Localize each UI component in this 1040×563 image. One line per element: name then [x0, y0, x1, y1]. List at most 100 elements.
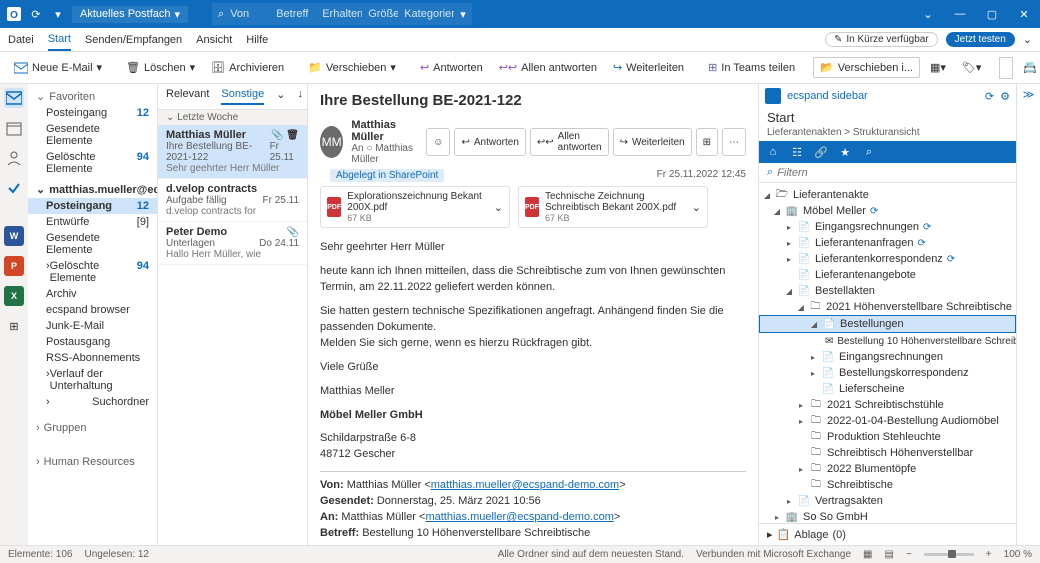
ribbon-options-icon[interactable]: ⌄ — [1023, 33, 1032, 46]
sb-home-icon[interactable]: ⌂ — [765, 144, 781, 160]
tree-bestellakten[interactable]: ◢📄Bestellakten — [759, 283, 1016, 299]
tree-eingangs[interactable]: ▸📄Eingangsrechnungen ⟳ — [759, 219, 1016, 235]
rail-people-icon[interactable] — [4, 148, 24, 168]
refresh-icon[interactable]: ⟳ — [870, 206, 878, 217]
search-dropdown-icon[interactable]: ▾ — [460, 8, 466, 21]
tree-2021-schreib[interactable]: ◢🗀2021 Höhenverstellbare Schreibtische — [759, 299, 1016, 315]
rail-calendar-icon[interactable] — [4, 118, 24, 138]
delete-button[interactable]: 🗑Löschen ▾ — [120, 58, 201, 77]
title-search[interactable]: ⌕ ▾ — [212, 3, 472, 25]
tree-vertrag[interactable]: ▸📄Vertragsakten — [759, 493, 1016, 509]
rules-button[interactable]: ▦▾ — [924, 58, 952, 77]
tree-stehleuchte[interactable]: 🗀Produktion Stehleuchte — [759, 429, 1016, 445]
sb-star-icon[interactable]: ★ — [837, 144, 853, 160]
tree-ls[interactable]: 📄Lieferscheine — [759, 381, 1016, 397]
address-book-button[interactable]: 📇 — [1017, 58, 1040, 77]
favorites-header[interactable]: ⌄Favoriten — [28, 84, 157, 105]
view-normal-icon[interactable]: ▦ — [863, 549, 872, 560]
search-groesse[interactable] — [368, 8, 398, 20]
attachment-1[interactable]: PDFTechnische Zeichnung Schreibtisch Bek… — [518, 186, 708, 228]
menu-senden[interactable]: Senden/Empfangen — [85, 30, 182, 50]
tree-er2[interactable]: ▸📄Eingangsrechnungen — [759, 349, 1016, 365]
tree-angebote[interactable]: 📄Lieferantenangebote — [759, 267, 1016, 283]
folder-search[interactable]: › Suchordner — [28, 394, 157, 410]
hr-header[interactable]: ›Human Resources — [28, 450, 157, 470]
rail-excel-icon[interactable]: X — [4, 286, 24, 306]
tree-audio[interactable]: ▸🗀2022-01-04-Bestellung Audiomöbel — [759, 413, 1016, 429]
ablage-bar[interactable]: ▸ 📋 Ablage (0) — [759, 523, 1016, 545]
tree-soso[interactable]: ▸🏢So So GmbH — [759, 509, 1016, 523]
window-close[interactable]: ✕ — [1008, 0, 1040, 28]
list-sort-icon[interactable]: ⌄ — [276, 88, 285, 105]
to-email-link[interactable]: matthias.mueller@ecspand-demo.com — [425, 511, 613, 523]
tab-relevant[interactable]: Relevant — [166, 88, 209, 105]
menu-ansicht[interactable]: Ansicht — [196, 30, 232, 50]
ribbon-collapse-icon[interactable]: ⌄ — [912, 0, 944, 28]
tree-supplier[interactable]: ◢🏢Möbel Meller ⟳ — [759, 203, 1016, 219]
folder-fav-inbox[interactable]: Posteingang12 — [28, 105, 157, 121]
mailbox-selector[interactable]: Aktuelles Postfach▾ — [72, 6, 188, 23]
view-reading-icon[interactable]: ▤ — [885, 549, 894, 560]
window-maximize[interactable]: ▢ — [976, 0, 1008, 28]
folder-fav-sent[interactable]: Gesendete Elemente — [28, 121, 157, 149]
qat-sync-icon[interactable]: ⟳ — [28, 6, 44, 22]
qat-dropdown-icon[interactable]: ▾ — [50, 6, 66, 22]
folder-fav-deleted[interactable]: Gelöschte Elemente94 — [28, 149, 157, 177]
action-reply[interactable]: ↩ Antworten — [454, 128, 525, 156]
collapse-icon[interactable]: ≫ — [1023, 88, 1035, 101]
folder-drafts[interactable]: Entwürfe[9] — [28, 214, 157, 230]
action-forward[interactable]: ↪ Weiterleiten — [613, 128, 692, 156]
filter-input[interactable] — [777, 167, 1008, 179]
emoji-button[interactable]: ☺ — [426, 128, 450, 156]
zoom-out[interactable]: − — [906, 549, 912, 560]
tree-schreib[interactable]: 🗀Schreibtische — [759, 477, 1016, 493]
tab-sonstige[interactable]: Sonstige — [221, 88, 264, 105]
rail-more-icon[interactable]: ⊞ — [4, 316, 24, 336]
tree-root[interactable]: ◢🗁Lieferantenakte — [759, 187, 1016, 203]
search-betreff[interactable] — [276, 8, 316, 20]
folder-deleted[interactable]: › Gelöschte Elemente94 — [28, 258, 157, 286]
tree-anfragen[interactable]: ▸📄Lieferantenanfragen ⟳ — [759, 235, 1016, 251]
action-more[interactable]: ⋯ — [722, 128, 746, 156]
window-minimize[interactable]: — — [944, 0, 976, 28]
sidebar-breadcrumb[interactable]: Lieferantenakten > Strukturansicht — [759, 127, 1016, 141]
sb-tree-icon[interactable]: ☷ — [789, 144, 805, 160]
tree-blumen[interactable]: ▸🗀2022 Blumentöpfe — [759, 461, 1016, 477]
attachment-0[interactable]: PDFExplorationszeichnung Bekant 200X.pdf… — [320, 186, 510, 228]
search-kategorien[interactable] — [404, 8, 454, 20]
list-filter-icon[interactable]: ↓ — [297, 88, 303, 105]
search-erhalten[interactable] — [322, 8, 362, 20]
sidebar-filter[interactable]: ⌕ — [759, 163, 1016, 183]
rail-mail-icon[interactable] — [4, 88, 24, 108]
folder-archiv[interactable]: Archiv — [28, 286, 157, 302]
message-item-1[interactable]: d.velop contracts Aufgabe fälligFr 25.11… — [158, 179, 307, 222]
reply-all-button[interactable]: ↩↩Allen antworten — [493, 58, 603, 77]
archive-button[interactable]: 🗄Archivieren — [205, 58, 290, 77]
message-item-2[interactable]: Peter Demo📎 UnterlagenDo 24.11 Hallo Her… — [158, 222, 307, 265]
account-header[interactable]: ⌄matthias.mueller@ecspand-d... — [28, 177, 157, 198]
folder-inbox[interactable]: Posteingang12 — [28, 198, 157, 214]
sb-link-icon[interactable]: 🔗 — [813, 144, 829, 160]
groups-header[interactable]: ›Gruppen — [28, 416, 157, 436]
folder-outbox[interactable]: Postausgang — [28, 334, 157, 350]
tree-korresp[interactable]: ▸📄Lieferantenkorrespondenz ⟳ — [759, 251, 1016, 267]
try-now-button[interactable]: Jetzt testen — [946, 32, 1015, 47]
move-button[interactable]: 📁Verschieben ▾ — [302, 58, 402, 77]
action-teams[interactable]: ⊞ — [696, 128, 718, 156]
search-von[interactable] — [230, 8, 270, 20]
sidebar-refresh-icon[interactable]: ⟳ — [985, 90, 994, 103]
menu-datei[interactable]: Datei — [8, 30, 34, 50]
zoom-in[interactable]: + — [986, 549, 992, 560]
tree-bestellungen[interactable]: ◢📄Bestellungen — [759, 315, 1016, 333]
action-reply-all[interactable]: ↩↩ Allen antworten — [530, 128, 609, 156]
tree-bk[interactable]: ▸📄Bestellungskorrespondenz — [759, 365, 1016, 381]
forward-button[interactable]: ↪Weiterleiten — [607, 58, 690, 77]
rail-word-icon[interactable]: W — [4, 226, 24, 246]
folder-sent[interactable]: Gesendete Elemente — [28, 230, 157, 258]
expand-icon[interactable]: ▸ — [767, 528, 773, 541]
folder-junk[interactable]: Junk-E-Mail — [28, 318, 157, 334]
reply-button[interactable]: ↩Antworten — [414, 58, 489, 77]
rail-todo-icon[interactable] — [4, 178, 24, 198]
tree-sh[interactable]: 🗀Schreibtisch Höhenverstellbar — [759, 445, 1016, 461]
sidebar-settings-icon[interactable]: ⚙ — [1000, 90, 1010, 103]
